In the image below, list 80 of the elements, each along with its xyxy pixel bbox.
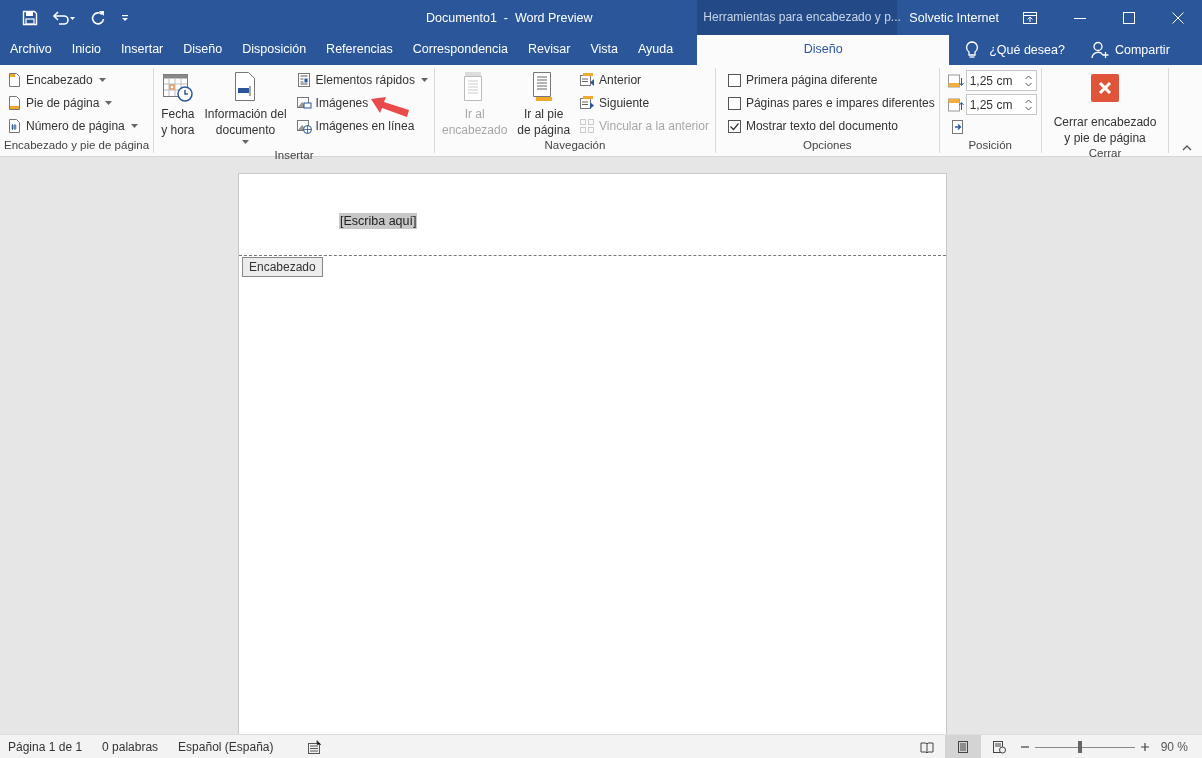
zoom-level[interactable]: 90 % xyxy=(1160,739,1188,754)
read-mode-icon[interactable] xyxy=(919,739,934,754)
annotation-arrow xyxy=(370,96,410,118)
ribbon-button[interactable]: Encabezado xyxy=(4,70,140,90)
ribbon-button[interactable]: Elementos rápidos xyxy=(293,70,430,90)
footer-position-icon xyxy=(947,96,964,113)
ribbon-tab[interactable]: Archivo xyxy=(0,35,62,65)
close-icon[interactable] xyxy=(1172,11,1184,24)
language-indicator[interactable]: Español (España) xyxy=(178,739,274,754)
person-add-icon xyxy=(1090,41,1109,59)
checkbox[interactable] xyxy=(727,119,741,133)
context-tab-title: Herramientas para encabezado y p... xyxy=(697,0,898,35)
slider-thumb[interactable] xyxy=(1077,740,1082,753)
ribbon-tab[interactable]: Ayuda xyxy=(627,35,684,65)
ribbon-button[interactable]: Información del documento xyxy=(201,68,290,148)
undo-icon[interactable] xyxy=(52,9,76,26)
header-placeholder[interactable]: [Escriba aquí] xyxy=(339,213,418,229)
ribbon-button[interactable]: Ir al pie de página xyxy=(514,68,574,138)
view-button[interactable] xyxy=(944,735,981,758)
ribbon-display-icon[interactable] xyxy=(1023,11,1037,24)
web-layout-icon[interactable] xyxy=(991,739,1006,754)
spin-field[interactable]: 1,25 cm xyxy=(965,94,1037,115)
ribbon-button[interactable]: Pie de página xyxy=(4,93,140,113)
share-button[interactable]: Compartir xyxy=(1090,35,1170,65)
ribbon-tab[interactable]: Revisar xyxy=(518,35,581,65)
ribbon-button[interactable]: Fecha y hora xyxy=(158,68,198,148)
checkbox-label: Primera página diferente xyxy=(745,73,878,87)
page-number-icon xyxy=(6,118,22,134)
link-pages-icon xyxy=(579,118,596,134)
ribbon-tab[interactable]: Referencias xyxy=(316,35,403,65)
save-icon[interactable] xyxy=(22,9,38,26)
ribbon-button[interactable]: Anterior xyxy=(577,70,711,90)
zoom-in-icon[interactable] xyxy=(1140,742,1149,751)
macro-record-icon[interactable] xyxy=(307,739,322,754)
previous-section-icon xyxy=(579,72,596,88)
tell-me-field[interactable]: ¿Qué desea? xyxy=(989,43,1065,57)
ribbon-tab[interactable]: Vista xyxy=(580,35,628,65)
page-count[interactable]: Página 1 de 1 xyxy=(8,739,83,754)
checkbox-label: Páginas pares e impares diferentes xyxy=(745,96,935,110)
customize-caret-icon[interactable] xyxy=(120,12,130,23)
maximize-icon[interactable] xyxy=(1123,11,1135,24)
close-x-icon xyxy=(1091,74,1120,102)
ribbon-tab[interactable]: Insertar xyxy=(110,35,174,65)
word-count[interactable]: 0 palabras xyxy=(102,739,159,754)
collapse-ribbon-icon[interactable] xyxy=(1182,145,1192,151)
image-icon xyxy=(295,95,312,111)
group-label: Posición xyxy=(967,138,1013,153)
print-layout-icon[interactable] xyxy=(955,739,970,754)
ribbon-button[interactable]: Imágenes xyxy=(293,93,430,113)
globe-image-icon xyxy=(295,118,312,134)
calendar-clock-icon xyxy=(161,71,194,103)
ribbon-button[interactable]: Número de página xyxy=(4,116,140,136)
ribbon-tab[interactable]: Disposición xyxy=(232,35,317,65)
ribbon-button[interactable]: Siguiente xyxy=(577,93,711,113)
spin-arrows-icon xyxy=(1024,73,1032,88)
spin-arrows-icon xyxy=(1024,97,1032,112)
checkbox-label: Mostrar texto del documento xyxy=(745,119,898,133)
quick-parts-icon xyxy=(295,72,312,88)
ribbon-tab[interactable]: Inicio xyxy=(61,35,111,65)
ribbon-tab[interactable]: Diseño xyxy=(173,35,233,65)
footer-page-icon xyxy=(6,95,22,111)
group-label: Cerrar xyxy=(1087,146,1123,161)
redo-icon[interactable] xyxy=(90,9,106,26)
window-title: Documento1 - Word Preview xyxy=(425,10,594,25)
checkbox[interactable] xyxy=(727,96,741,110)
next-section-icon xyxy=(579,95,596,111)
group-label: Opciones xyxy=(802,138,853,153)
checkbox[interactable] xyxy=(727,73,741,87)
ribbon-button[interactable]: Imágenes en línea xyxy=(293,116,430,136)
ribbon-tab[interactable]: Diseño xyxy=(697,35,950,65)
header-tag: Encabezado xyxy=(242,257,323,277)
spin-field[interactable]: 1,25 cm xyxy=(965,70,1037,91)
header-position-icon xyxy=(947,72,964,89)
group-label: Insertar xyxy=(273,148,315,163)
lightbulb-icon xyxy=(965,41,980,59)
group-label: Navegación xyxy=(543,138,607,153)
close-header-button[interactable]: Cerrar encabezado y pie de página xyxy=(1045,68,1165,146)
ribbon-tab[interactable]: Correspondencia xyxy=(402,35,518,65)
header-page-icon xyxy=(6,72,22,88)
group-label: Encabezado y pie de página xyxy=(4,138,150,153)
